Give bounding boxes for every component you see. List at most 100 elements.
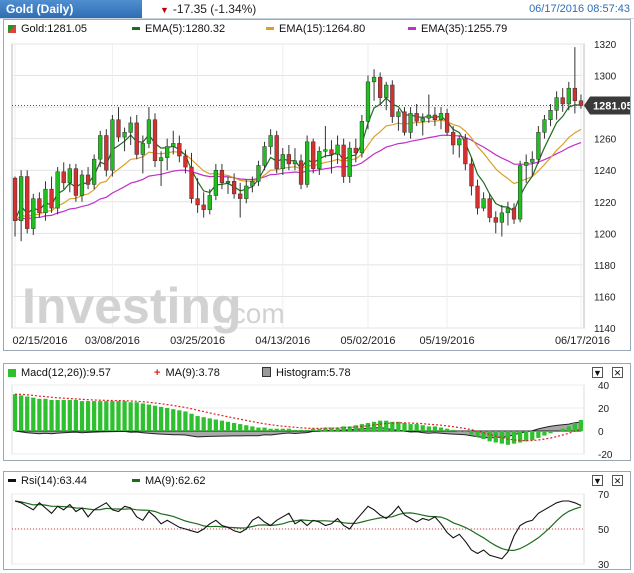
candle-body bbox=[61, 171, 66, 184]
candle-body bbox=[183, 155, 188, 168]
macd-bar bbox=[268, 428, 273, 431]
macd-bar bbox=[189, 413, 194, 431]
rsi-collapse-button[interactable]: ▼ bbox=[592, 475, 603, 486]
candle-body bbox=[481, 198, 486, 209]
candle-body bbox=[25, 176, 30, 229]
candle-body bbox=[49, 188, 54, 209]
candle-body bbox=[274, 135, 279, 169]
candle-body bbox=[146, 119, 152, 144]
legend-gold-label: Gold:1281.05 bbox=[21, 23, 88, 35]
rsi-close-button[interactable]: ✕ bbox=[612, 475, 623, 486]
candle-body bbox=[317, 151, 322, 169]
macd-bar bbox=[43, 398, 48, 431]
candle-body bbox=[250, 181, 255, 187]
price-legend: Gold:1281.05 EMA(5):1280.32 EMA(15):1264… bbox=[4, 20, 630, 38]
rsi-y-tick-label: 50 bbox=[598, 525, 610, 536]
macd-bar bbox=[31, 397, 36, 431]
candle-body bbox=[511, 207, 517, 220]
macd-bar bbox=[530, 431, 535, 441]
last-price-label: 1281.05 bbox=[593, 100, 630, 112]
macd-y-tick-label: -20 bbox=[598, 450, 613, 460]
macd-bar bbox=[548, 431, 553, 434]
candle-body bbox=[578, 100, 584, 106]
macd-bar bbox=[104, 401, 109, 431]
rsi-y-tick-label: 70 bbox=[598, 490, 610, 501]
macd-bar bbox=[183, 411, 188, 431]
macd-panel[interactable]: Macd(12,26)):9.57 + MA(9):3.78 Histogram:… bbox=[3, 363, 631, 461]
candle-body bbox=[43, 188, 48, 214]
rsi-ma-swatch-icon bbox=[132, 479, 140, 482]
candle-body bbox=[18, 176, 24, 221]
y-tick-label: 1200 bbox=[594, 229, 617, 240]
macd-bar bbox=[262, 427, 267, 431]
macd-bar bbox=[444, 428, 450, 431]
macd-bar bbox=[560, 428, 565, 431]
candle-body bbox=[493, 217, 498, 223]
macd-bar bbox=[420, 425, 425, 431]
candle-body bbox=[420, 117, 425, 122]
candle-body bbox=[517, 165, 523, 220]
price-panel[interactable]: Gold:1281.05 EMA(5):1280.32 EMA(15):1264… bbox=[3, 19, 631, 351]
candle-body bbox=[359, 121, 365, 154]
rsi-chart[interactable]: 30 50 70 bbox=[4, 490, 630, 569]
macd-bar bbox=[231, 422, 237, 431]
candle-body bbox=[347, 147, 352, 177]
candle-body bbox=[244, 185, 249, 199]
macd-bar bbox=[67, 399, 72, 431]
candle-body bbox=[335, 144, 340, 155]
macd-bar bbox=[122, 401, 127, 431]
candle-body bbox=[104, 135, 109, 171]
candle-body bbox=[323, 149, 328, 152]
rsi-panel[interactable]: Rsi(14):63.44 MA(9):62.62 ▼ ✕ 30 50 70 bbox=[3, 471, 631, 570]
candle-body bbox=[158, 157, 164, 162]
macd-y-tick-label: 20 bbox=[598, 404, 610, 415]
candle-body bbox=[432, 114, 438, 120]
x-tick-label: 03/25/2016 bbox=[170, 335, 225, 347]
macd-bar bbox=[317, 428, 322, 431]
macd-bar bbox=[146, 404, 152, 431]
candle-body bbox=[79, 174, 85, 196]
macd-bar bbox=[256, 427, 261, 431]
price-chart[interactable]: 1140116011801200122012401260128013001320… bbox=[4, 38, 630, 350]
ema15-swatch-icon bbox=[266, 27, 274, 30]
instrument-tab[interactable]: Gold (Daily) bbox=[0, 0, 142, 18]
price-change-text: -17.35 (-1.34%) bbox=[172, 2, 257, 16]
legend-histogram-label: Histogram:5.78 bbox=[276, 367, 351, 379]
macd-collapse-button[interactable]: ▼ bbox=[592, 367, 603, 378]
macd-bar bbox=[292, 429, 298, 431]
macd-bar bbox=[359, 424, 365, 431]
macd-y-tick-label: 40 bbox=[598, 382, 610, 392]
rsi-swatch-icon bbox=[8, 479, 16, 482]
macd-bar bbox=[304, 429, 310, 431]
macd-bar bbox=[61, 399, 66, 431]
x-tick-label: 05/02/2016 bbox=[340, 335, 395, 347]
legend-rsi-label: Rsi(14):63.44 bbox=[21, 475, 88, 487]
candle-body bbox=[195, 198, 200, 206]
macd-bar bbox=[158, 406, 164, 431]
candle-body bbox=[238, 193, 243, 199]
candle-body bbox=[280, 154, 285, 169]
macd-bar bbox=[55, 399, 60, 431]
legend-gold: Gold:1281.05 bbox=[8, 23, 87, 35]
macd-chart[interactable]: -20 0 20 40 bbox=[4, 382, 630, 460]
candle-body bbox=[457, 138, 462, 146]
macd-bar bbox=[578, 419, 584, 431]
watermark: Investing bbox=[22, 278, 241, 334]
macd-legend: Macd(12,26)):9.57 + MA(9):3.78 Histogram:… bbox=[4, 364, 630, 382]
candle-body bbox=[152, 119, 158, 162]
macd-bar bbox=[250, 426, 255, 431]
candle-body bbox=[286, 154, 292, 165]
candle-body bbox=[353, 147, 358, 154]
macd-bar bbox=[79, 401, 85, 431]
legend-macd-label: Macd(12,26)):9.57 bbox=[21, 367, 111, 379]
candle-body bbox=[165, 146, 170, 158]
macd-bar bbox=[201, 417, 206, 431]
candle-body bbox=[329, 149, 334, 155]
macd-bar bbox=[311, 428, 316, 431]
candle-body bbox=[134, 122, 139, 155]
legend-rsi-ma-label: MA(9):62.62 bbox=[145, 475, 206, 487]
macd-close-button[interactable]: ✕ bbox=[612, 367, 623, 378]
candle-body bbox=[396, 111, 401, 117]
macd-bar bbox=[566, 426, 571, 431]
macd-bar bbox=[49, 399, 54, 431]
